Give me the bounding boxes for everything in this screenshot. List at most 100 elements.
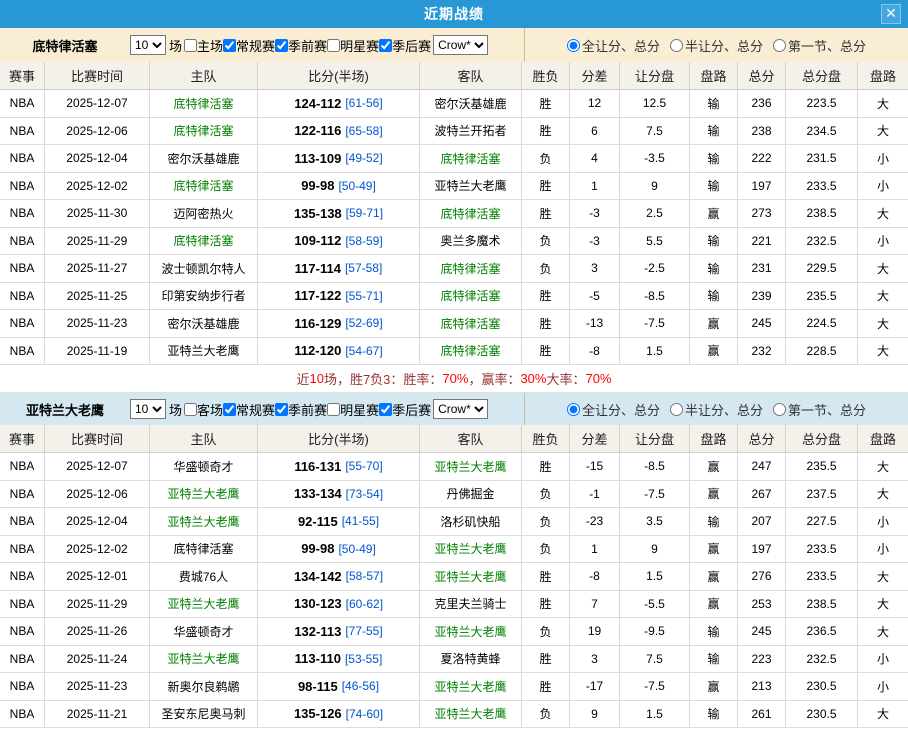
cell-total: 222 (738, 145, 786, 172)
close-icon[interactable]: ✕ (881, 4, 901, 24)
summary-label: 大率： (546, 369, 585, 388)
games-word-label: 场 (169, 36, 182, 55)
filter-checkbox[interactable]: 明星赛 (327, 36, 379, 55)
cell-away-team: 亚特兰大老鹰 (420, 453, 522, 480)
cell-handicap-result: 输 (690, 283, 738, 310)
filter-checkbox[interactable]: 客场 (184, 400, 223, 419)
odds-type-radio[interactable]: 全让分、总分 (567, 400, 660, 419)
table-row: NBA 2025-11-30 迈阿密热火 135-138[59-71] 底特律活… (0, 200, 908, 228)
cell-home-team: 迈阿密热火 (150, 200, 258, 227)
cell-league: NBA (0, 310, 45, 337)
table-row: NBA 2025-11-26 华盛顿奇才 132-113[77-55] 亚特兰大… (0, 618, 908, 646)
cell-home-team: 新奥尔良鹈鹕 (150, 673, 258, 700)
cell-league: NBA (0, 618, 45, 645)
cell-date: 2025-11-27 (45, 255, 150, 282)
table-row: NBA 2025-11-23 新奥尔良鹈鹕 98-115[46-56] 亚特兰大… (0, 673, 908, 701)
cell-league: NBA (0, 591, 45, 618)
cell-score: 117-122[55-71] (258, 283, 420, 310)
cell-score: 116-129[52-69] (258, 310, 420, 337)
table-row: NBA 2025-12-07 华盛顿奇才 116-131[55-70] 亚特兰大… (0, 453, 908, 481)
team-name-label: 亚特兰大老鹰 (0, 400, 130, 419)
cell-result: 负 (522, 145, 570, 172)
cell-date: 2025-11-29 (45, 228, 150, 255)
checkbox-input[interactable] (275, 403, 288, 416)
cell-diff: -17 (570, 673, 620, 700)
checkbox-input[interactable] (327, 39, 340, 52)
cell-date: 2025-12-02 (45, 173, 150, 200)
cell-total: 239 (738, 283, 786, 310)
odds-type-radio[interactable]: 第一节、总分 (773, 400, 866, 419)
cell-diff: 4 (570, 145, 620, 172)
radio-input[interactable] (567, 403, 580, 416)
cell-score: 98-115[46-56] (258, 673, 420, 700)
cell-result: 胜 (522, 591, 570, 618)
filter-checkbox[interactable]: 主场 (184, 36, 223, 55)
cell-home-team: 亚特兰大老鹰 (150, 481, 258, 508)
cell-score: 135-138[59-71] (258, 200, 420, 227)
cell-date: 2025-12-04 (45, 508, 150, 535)
column-header: 盘路 (858, 62, 908, 89)
odds-type-radio[interactable]: 第一节、总分 (773, 36, 866, 55)
filter-checkbox[interactable]: 常规赛 (223, 36, 275, 55)
cell-total-line: 230.5 (786, 701, 858, 728)
cell-result: 负 (522, 701, 570, 728)
table-row: NBA 2025-11-29 亚特兰大老鹰 130-123[60-62] 克里夫… (0, 591, 908, 619)
radio-input[interactable] (773, 403, 786, 416)
cell-diff: -13 (570, 310, 620, 337)
checkbox-input[interactable] (275, 39, 288, 52)
filter-checkbox[interactable]: 季前赛 (275, 36, 327, 55)
cell-away-team: 奥兰多魔术 (420, 228, 522, 255)
cell-score: 117-114[57-58] (258, 255, 420, 282)
cell-over-under: 大 (858, 118, 908, 145)
cell-date: 2025-12-02 (45, 536, 150, 563)
cell-diff: -8 (570, 563, 620, 590)
table-header-row: 赛事比赛时间主队比分(半场)客队胜负分差让分盘盘路总分总分盘盘路 (0, 62, 908, 90)
filter-checkbox[interactable]: 明星赛 (327, 400, 379, 419)
checkbox-input[interactable] (379, 403, 392, 416)
cell-total-line: 233.5 (786, 173, 858, 200)
filter-checkbox[interactable]: 季后赛 (379, 36, 431, 55)
checkbox-input[interactable] (327, 403, 340, 416)
checkbox-input[interactable] (184, 403, 197, 416)
checkbox-input[interactable] (379, 39, 392, 52)
cell-score: 109-112[58-59] (258, 228, 420, 255)
radio-input[interactable] (567, 39, 580, 52)
odds-type-radio[interactable]: 半让分、总分 (670, 36, 763, 55)
column-header: 主队 (150, 62, 258, 89)
filter-checkbox[interactable]: 常规赛 (223, 400, 275, 419)
table-row: NBA 2025-11-19 亚特兰大老鹰 112-120[54-67] 底特律… (0, 338, 908, 366)
summary-label: 场，胜7负3：胜率： (324, 369, 442, 388)
summary-value: 10 (309, 371, 323, 386)
radio-input[interactable] (670, 39, 683, 52)
bookmaker-select[interactable]: Crow* (433, 35, 488, 55)
odds-type-radio[interactable]: 半让分、总分 (670, 400, 763, 419)
cell-handicap: -5.5 (620, 591, 690, 618)
filter-checkbox[interactable]: 季前赛 (275, 400, 327, 419)
radio-input[interactable] (773, 39, 786, 52)
bookmaker-select[interactable]: Crow* (433, 399, 488, 419)
table-row: NBA 2025-11-24 亚特兰大老鹰 113-110[53-55] 夏洛特… (0, 646, 908, 674)
cell-away-team: 底特律活塞 (420, 283, 522, 310)
cell-away-team: 亚特兰大老鹰 (420, 618, 522, 645)
table-row: NBA 2025-12-01 费城76人 134-142[58-57] 亚特兰大… (0, 563, 908, 591)
cell-score: 113-110[53-55] (258, 646, 420, 673)
games-count-select[interactable]: 10 (130, 35, 166, 55)
filter-checkbox[interactable]: 季后赛 (379, 400, 431, 419)
cell-away-team: 洛杉矶快船 (420, 508, 522, 535)
checkbox-input[interactable] (223, 39, 236, 52)
cell-over-under: 小 (858, 673, 908, 700)
radio-label: 第一节、总分 (788, 400, 866, 419)
cell-diff: 3 (570, 255, 620, 282)
games-count-select[interactable]: 10 (130, 399, 166, 419)
cell-total-line: 236.5 (786, 618, 858, 645)
checkbox-input[interactable] (184, 39, 197, 52)
cell-handicap: -2.5 (620, 255, 690, 282)
radio-input[interactable] (670, 403, 683, 416)
cell-over-under: 小 (858, 228, 908, 255)
odds-type-radio[interactable]: 全让分、总分 (567, 36, 660, 55)
cell-score: 92-115[41-55] (258, 508, 420, 535)
cell-total-line: 232.5 (786, 646, 858, 673)
cell-diff: 6 (570, 118, 620, 145)
checkbox-input[interactable] (223, 403, 236, 416)
cell-total-line: 232.5 (786, 228, 858, 255)
